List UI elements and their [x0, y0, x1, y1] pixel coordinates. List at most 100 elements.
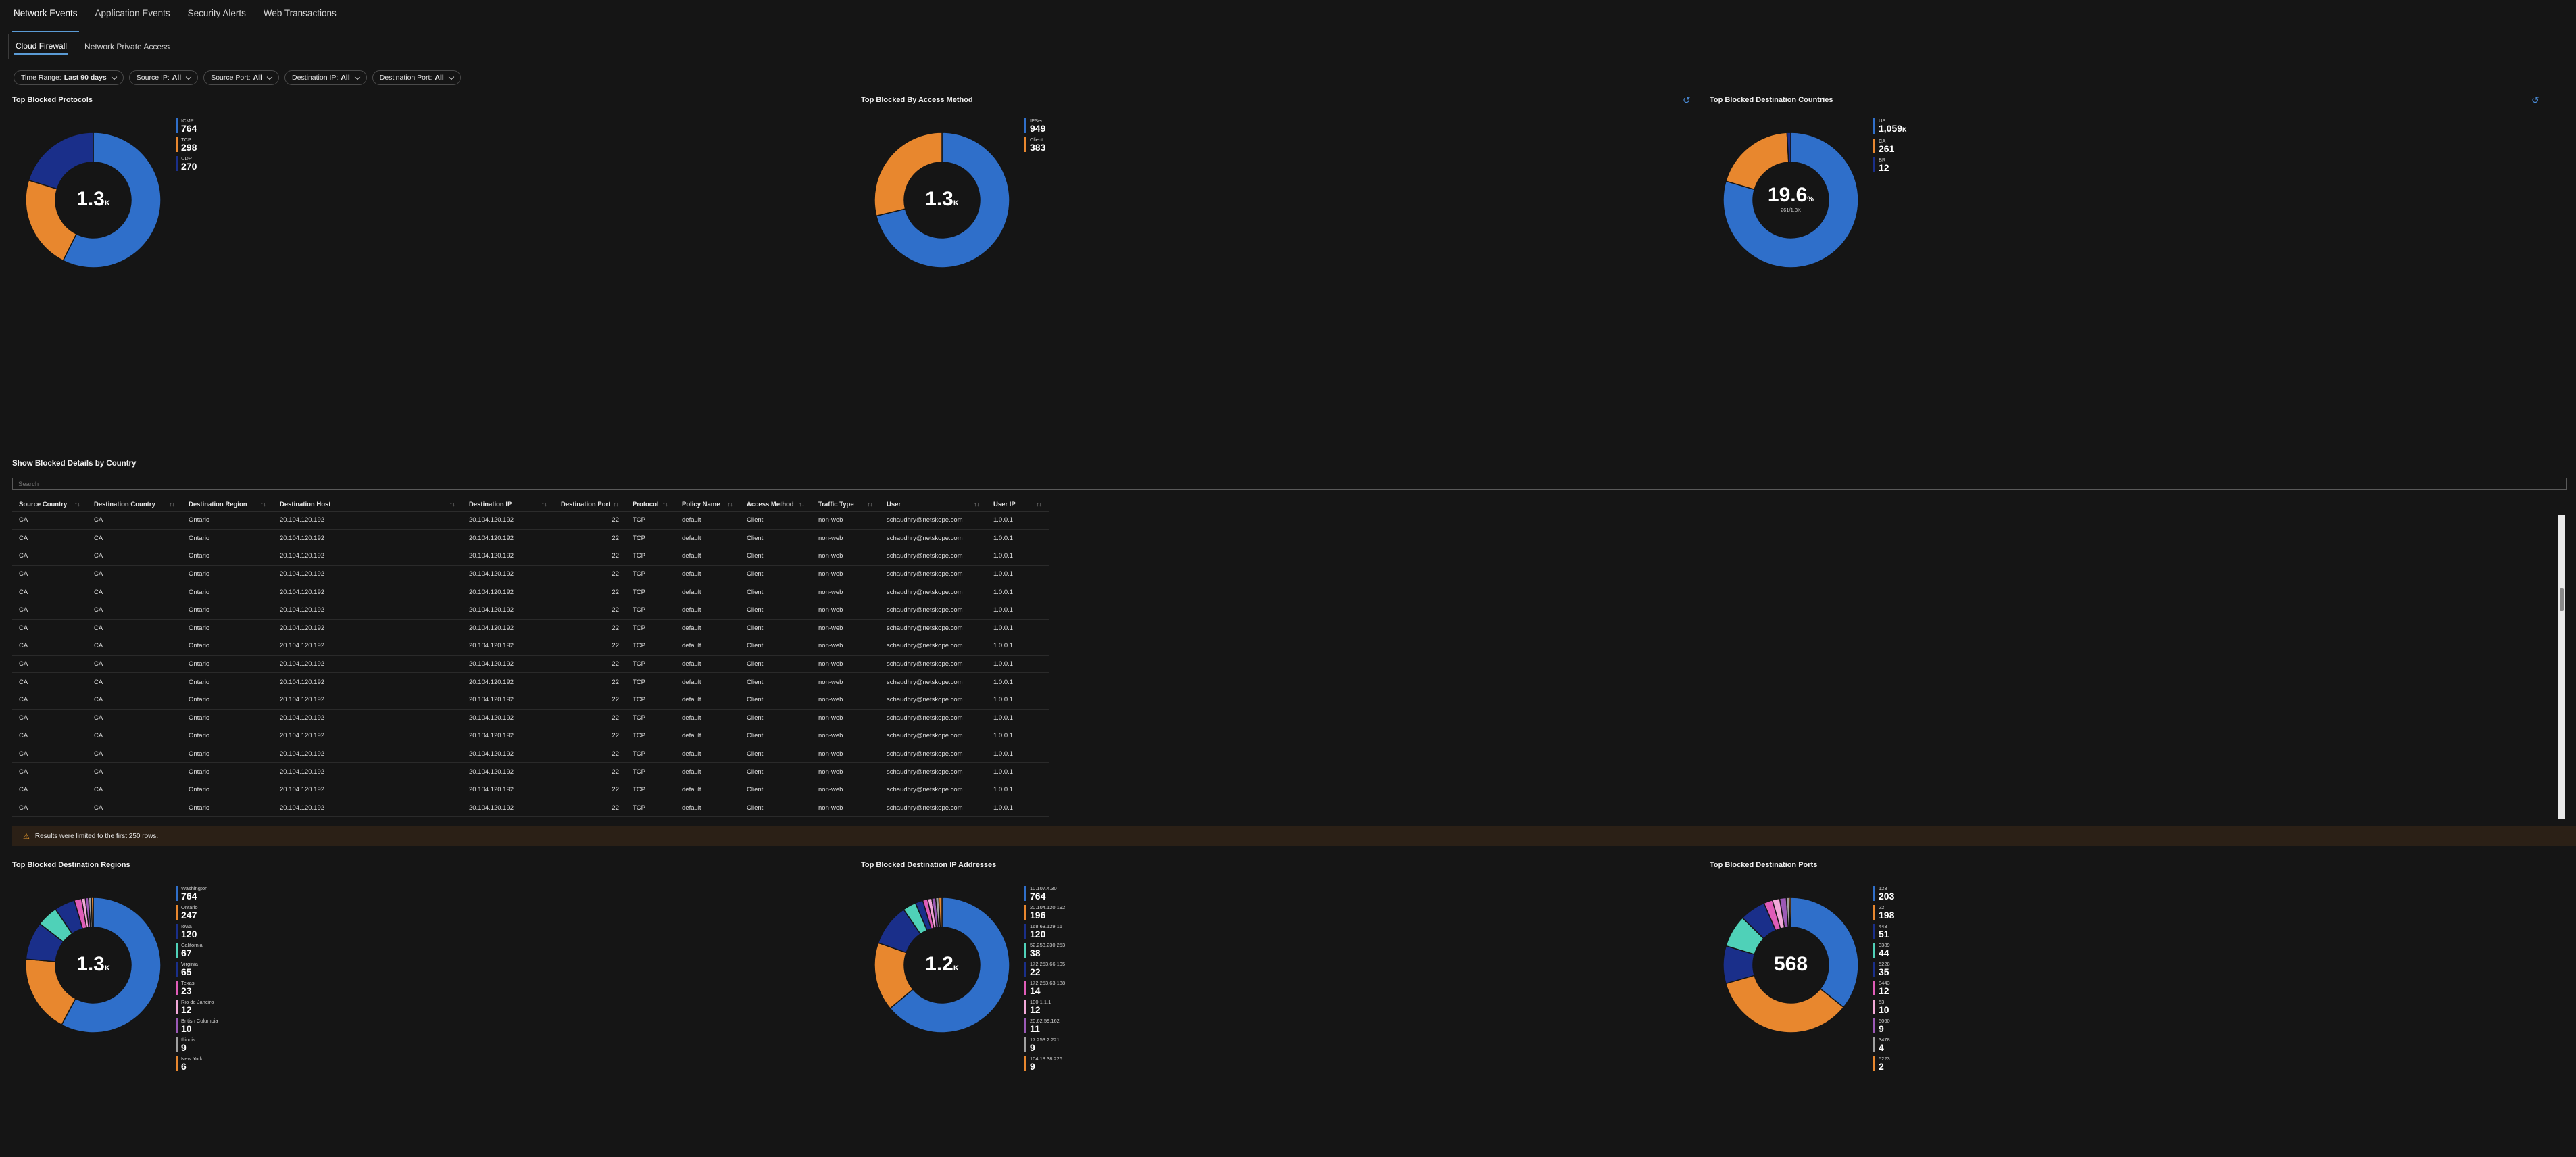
legend-item[interactable]: New York 6	[176, 1056, 218, 1072]
table-row[interactable]: CA CA Ontario 20.104.120.192 20.104.120.192 2…	[12, 583, 1049, 601]
tab-cloud-firewall[interactable]: Cloud Firewall	[14, 39, 69, 55]
table-row[interactable]: CA CA Ontario 20.104.120.192 20.104.120.192 2…	[12, 691, 1049, 710]
legend-item[interactable]: 10.107.4.30 764	[1024, 885, 1065, 902]
column-header-source-country[interactable]: Source Country ↑↓	[12, 497, 87, 512]
table-cell: 20.104.120.192	[273, 709, 462, 728]
donut-slice-5223[interactable]	[1789, 897, 1791, 928]
tab-network-events[interactable]: Network Events	[12, 5, 79, 32]
legend-item[interactable]: 5223 2	[1873, 1056, 1894, 1072]
source-ip-filter[interactable]: Source IP: All	[128, 70, 199, 85]
sort-icon[interactable]: ↑↓	[74, 501, 80, 508]
refresh-icon[interactable]: ↺	[2531, 95, 2540, 106]
legend-item[interactable]: 22 198	[1873, 904, 1894, 920]
table-row[interactable]: CA CA Ontario 20.104.120.192 20.104.120.192 2…	[12, 762, 1049, 781]
column-header-protocol[interactable]: Protocol ↑↓	[626, 497, 675, 512]
legend-item[interactable]: 168.63.129.16 120	[1024, 923, 1065, 939]
legend-item[interactable]: 17.253.2.221 9	[1024, 1037, 1065, 1053]
column-header-destination-host[interactable]: Destination Host ↑↓	[273, 497, 462, 512]
legend-item[interactable]: UDP 270	[176, 155, 197, 172]
legend-item[interactable]: Rio de Janeiro 12	[176, 999, 218, 1015]
legend-item[interactable]: 20.62.59.162 11	[1024, 1018, 1065, 1034]
column-header-destination-country[interactable]: Destination Country ↑↓	[87, 497, 182, 512]
legend-item[interactable]: 8443 12	[1873, 980, 1894, 996]
legend-item[interactable]: Washington 764	[176, 885, 218, 902]
legend-item[interactable]: US 1,059K	[1873, 118, 1907, 135]
tab-web-transactions[interactable]: Web Transactions	[262, 5, 338, 32]
table-row[interactable]: CA CA Ontario 20.104.120.192 20.104.120.192 2…	[12, 799, 1049, 818]
table-row[interactable]: CA CA Ontario 20.104.120.192 20.104.120.192 2…	[12, 547, 1049, 566]
sort-icon[interactable]: ↑↓	[799, 501, 805, 508]
legend-item[interactable]: BR 12	[1873, 157, 1907, 173]
legend-item[interactable]: 172.253.66.105 22	[1024, 961, 1065, 977]
table-row[interactable]: CA CA Ontario 20.104.120.192 20.104.120.192 2…	[12, 529, 1049, 548]
column-header-policy-name[interactable]: Policy Name ↑↓	[675, 497, 740, 512]
legend-item[interactable]: Ontario 247	[176, 904, 218, 920]
legend-item[interactable]: 123 203	[1873, 885, 1894, 902]
source-port-filter[interactable]: Source Port: All	[203, 70, 280, 85]
column-header-access-method[interactable]: Access Method ↑↓	[740, 497, 812, 512]
search-input[interactable]	[12, 478, 2567, 490]
table-row[interactable]: CA CA Ontario 20.104.120.192 20.104.120.192 2…	[12, 745, 1049, 764]
column-header-user[interactable]: User ↑↓	[880, 497, 987, 512]
legend-item[interactable]: Iowa 120	[176, 923, 218, 939]
column-header-destination-ip[interactable]: Destination IP ↑↓	[462, 497, 554, 512]
sort-icon[interactable]: ↑↓	[613, 501, 619, 508]
legend-item[interactable]: British Columbia 10	[176, 1018, 218, 1034]
legend-item[interactable]: Texas 23	[176, 980, 218, 996]
tab-security-alerts[interactable]: Security Alerts	[187, 5, 247, 32]
sort-icon[interactable]: ↑↓	[449, 501, 455, 508]
legend-item[interactable]: 53 10	[1873, 999, 1894, 1015]
column-header-destination-port[interactable]: Destination Port ↑↓	[554, 497, 626, 512]
sort-icon[interactable]: ↑↓	[1036, 501, 1042, 508]
legend-item[interactable]: Illinois 9	[176, 1037, 218, 1053]
table-row[interactable]: CA CA Ontario 20.104.120.192 20.104.120.192 2…	[12, 672, 1049, 691]
destination-port-filter[interactable]: Destination Port: All	[372, 70, 461, 85]
sort-icon[interactable]: ↑↓	[727, 501, 733, 508]
table-row[interactable]: CA CA Ontario 20.104.120.192 20.104.120.192 2…	[12, 781, 1049, 799]
tab-network-private-access[interactable]: Network Private Access	[83, 39, 171, 54]
table-scrollbar[interactable]	[2558, 515, 2565, 819]
column-header-user-ip[interactable]: User IP ↑↓	[987, 497, 1049, 512]
legend-item[interactable]: Client 383	[1024, 137, 1045, 153]
legend-item[interactable]: California 67	[176, 942, 218, 958]
legend-item[interactable]: 3389 44	[1873, 942, 1894, 958]
legend-item[interactable]: 172.253.63.188 14	[1024, 980, 1065, 996]
destination-ip-filter[interactable]: Destination IP: All	[284, 70, 367, 85]
sort-icon[interactable]: ↑↓	[974, 501, 980, 508]
table-row[interactable]: CA CA Ontario 20.104.120.192 20.104.120.192 2…	[12, 565, 1049, 584]
legend-item[interactable]: 443 51	[1873, 923, 1894, 939]
legend-item[interactable]: 100.1.1.1 12	[1024, 999, 1065, 1015]
tab-application-events[interactable]: Application Events	[94, 5, 172, 32]
legend-item[interactable]: IPSec 949	[1024, 118, 1045, 134]
table-row[interactable]: CA CA Ontario 20.104.120.192 20.104.120.192 2…	[12, 655, 1049, 674]
sort-icon[interactable]: ↑↓	[260, 501, 266, 508]
scrollbar-thumb[interactable]	[2560, 588, 2564, 611]
donut-slice-new-york[interactable]	[91, 897, 94, 928]
refresh-icon[interactable]: ↺	[1683, 95, 1691, 106]
table-row[interactable]: CA CA Ontario 20.104.120.192 20.104.120.192 2…	[12, 619, 1049, 638]
column-header-traffic-type[interactable]: Traffic Type ↑↓	[812, 497, 880, 512]
legend-item[interactable]: 5228 35	[1873, 961, 1894, 977]
donut-slice-udp[interactable]	[28, 132, 94, 190]
donut-slice-ca[interactable]	[1725, 132, 1789, 191]
sort-icon[interactable]: ↑↓	[867, 501, 873, 508]
legend-item[interactable]: 3478 4	[1873, 1037, 1894, 1053]
table-row[interactable]: CA CA Ontario 20.104.120.192 20.104.120.192 2…	[12, 637, 1049, 656]
table-row[interactable]: CA CA Ontario 20.104.120.192 20.104.120.192 2…	[12, 601, 1049, 620]
legend-item[interactable]: 104.18.38.226 9	[1024, 1056, 1065, 1072]
table-row[interactable]: CA CA Ontario 20.104.120.192 20.104.120.192 2…	[12, 709, 1049, 728]
table-row[interactable]: CA CA Ontario 20.104.120.192 20.104.120.192 2…	[12, 511, 1049, 530]
legend-item[interactable]: Virginia 65	[176, 961, 218, 977]
legend-item[interactable]: 52.253.230.253 38	[1024, 942, 1065, 958]
table-row[interactable]: CA CA Ontario 20.104.120.192 20.104.120.192 2…	[12, 727, 1049, 745]
column-header-destination-region[interactable]: Destination Region ↑↓	[182, 497, 273, 512]
sort-icon[interactable]: ↑↓	[169, 501, 175, 508]
legend-item[interactable]: 5060 9	[1873, 1018, 1894, 1034]
time-range-filter[interactable]: Time Range: Last 90 days	[14, 70, 124, 85]
sort-icon[interactable]: ↑↓	[541, 501, 547, 508]
legend-item[interactable]: TCP 298	[176, 137, 197, 153]
legend-item[interactable]: ICMP 764	[176, 118, 197, 134]
sort-icon[interactable]: ↑↓	[662, 501, 668, 508]
legend-item[interactable]: 20.104.120.192 196	[1024, 904, 1065, 920]
legend-item[interactable]: CA 261	[1873, 138, 1907, 154]
